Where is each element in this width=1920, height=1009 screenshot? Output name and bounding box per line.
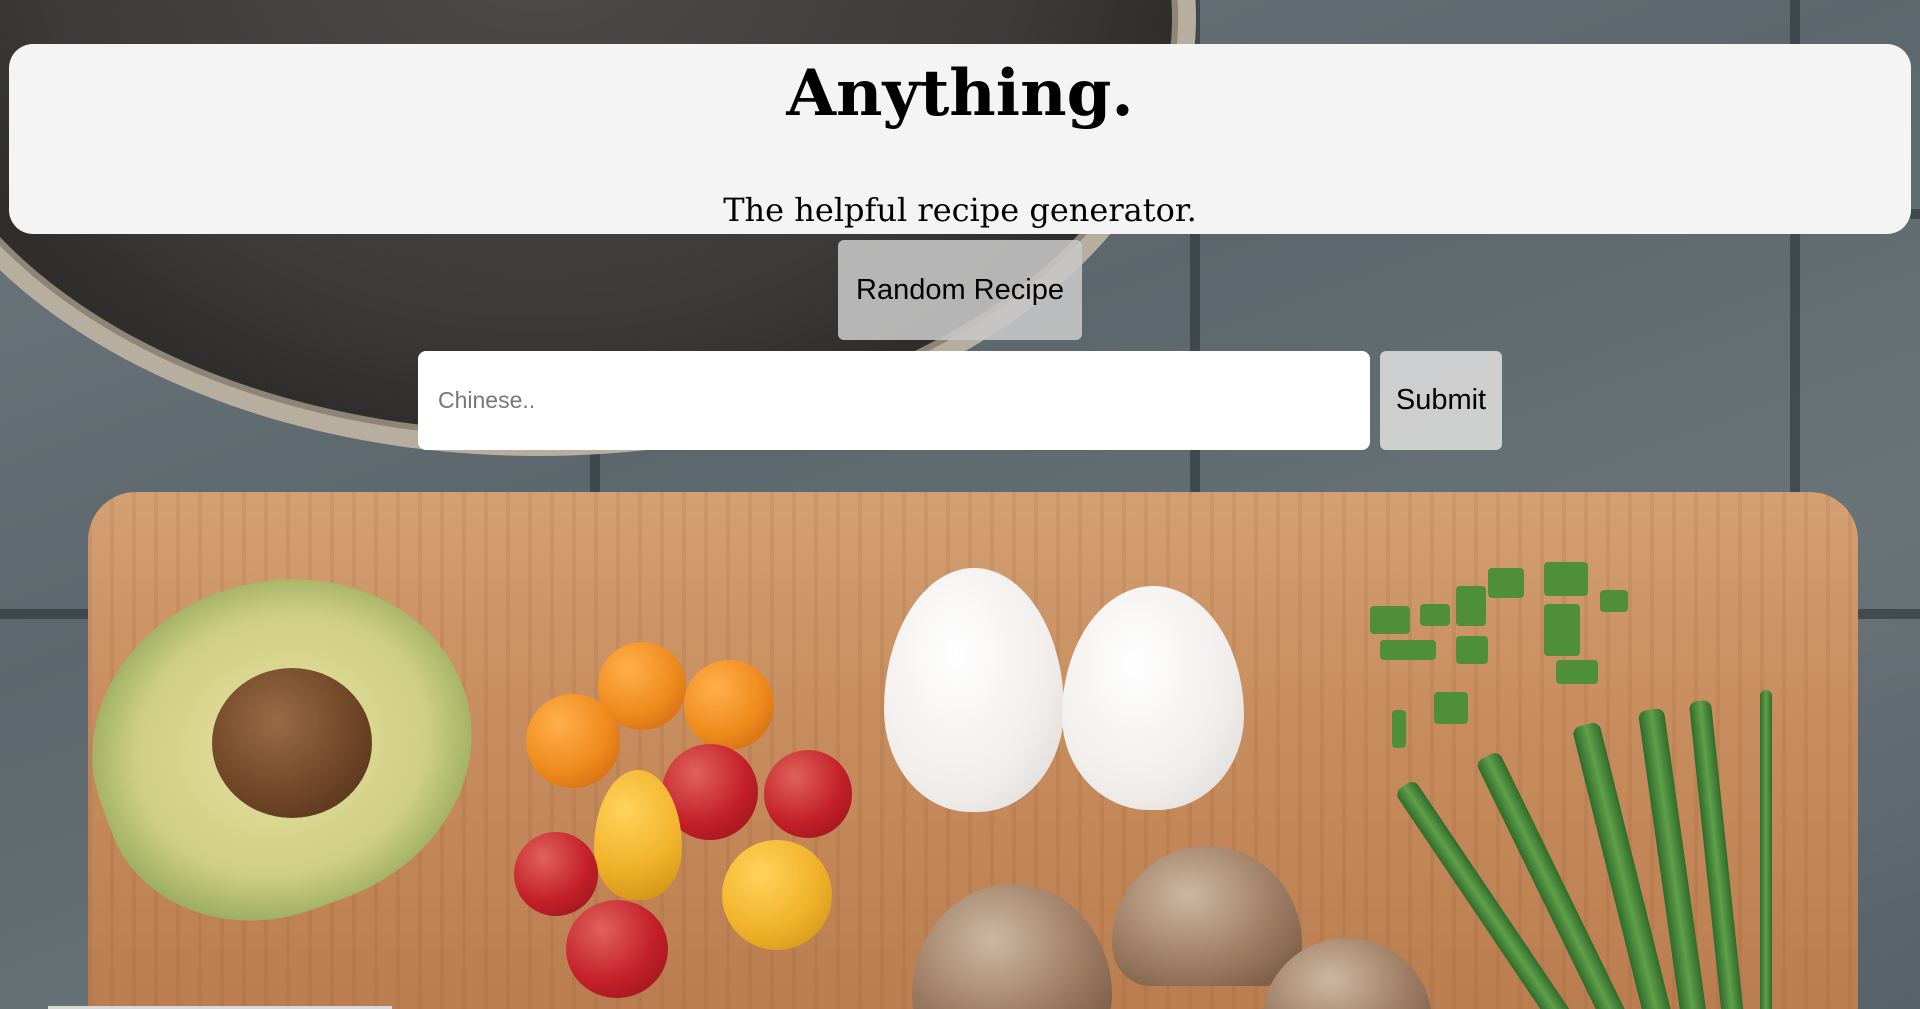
tomato bbox=[764, 750, 852, 838]
avocado-pit bbox=[212, 668, 372, 818]
random-recipe-button[interactable]: Random Recipe bbox=[838, 240, 1082, 340]
tomato bbox=[514, 832, 598, 916]
chopped-chive bbox=[1544, 604, 1580, 656]
chopped-chive bbox=[1370, 606, 1410, 634]
tomato bbox=[684, 660, 774, 750]
chopped-chive bbox=[1556, 660, 1598, 684]
chopped-chive bbox=[1456, 586, 1486, 626]
tomato bbox=[566, 900, 668, 998]
chopped-chive bbox=[1544, 562, 1588, 596]
page-title: Anything. bbox=[786, 56, 1134, 131]
chopped-chive bbox=[1434, 692, 1468, 724]
chopped-chive bbox=[1456, 636, 1488, 664]
submit-button[interactable]: Submit bbox=[1380, 351, 1502, 450]
chopped-chive bbox=[1392, 710, 1406, 748]
tomato bbox=[598, 642, 686, 730]
green-onion bbox=[1760, 690, 1772, 1009]
chopped-chive bbox=[1380, 640, 1436, 660]
chopped-chive bbox=[1600, 590, 1628, 612]
chopped-chive bbox=[1420, 604, 1450, 626]
page-subtitle: The helpful recipe generator. bbox=[723, 191, 1197, 229]
tomato bbox=[722, 840, 832, 950]
chopped-chive bbox=[1488, 568, 1524, 598]
cuisine-search-input[interactable] bbox=[418, 351, 1370, 450]
